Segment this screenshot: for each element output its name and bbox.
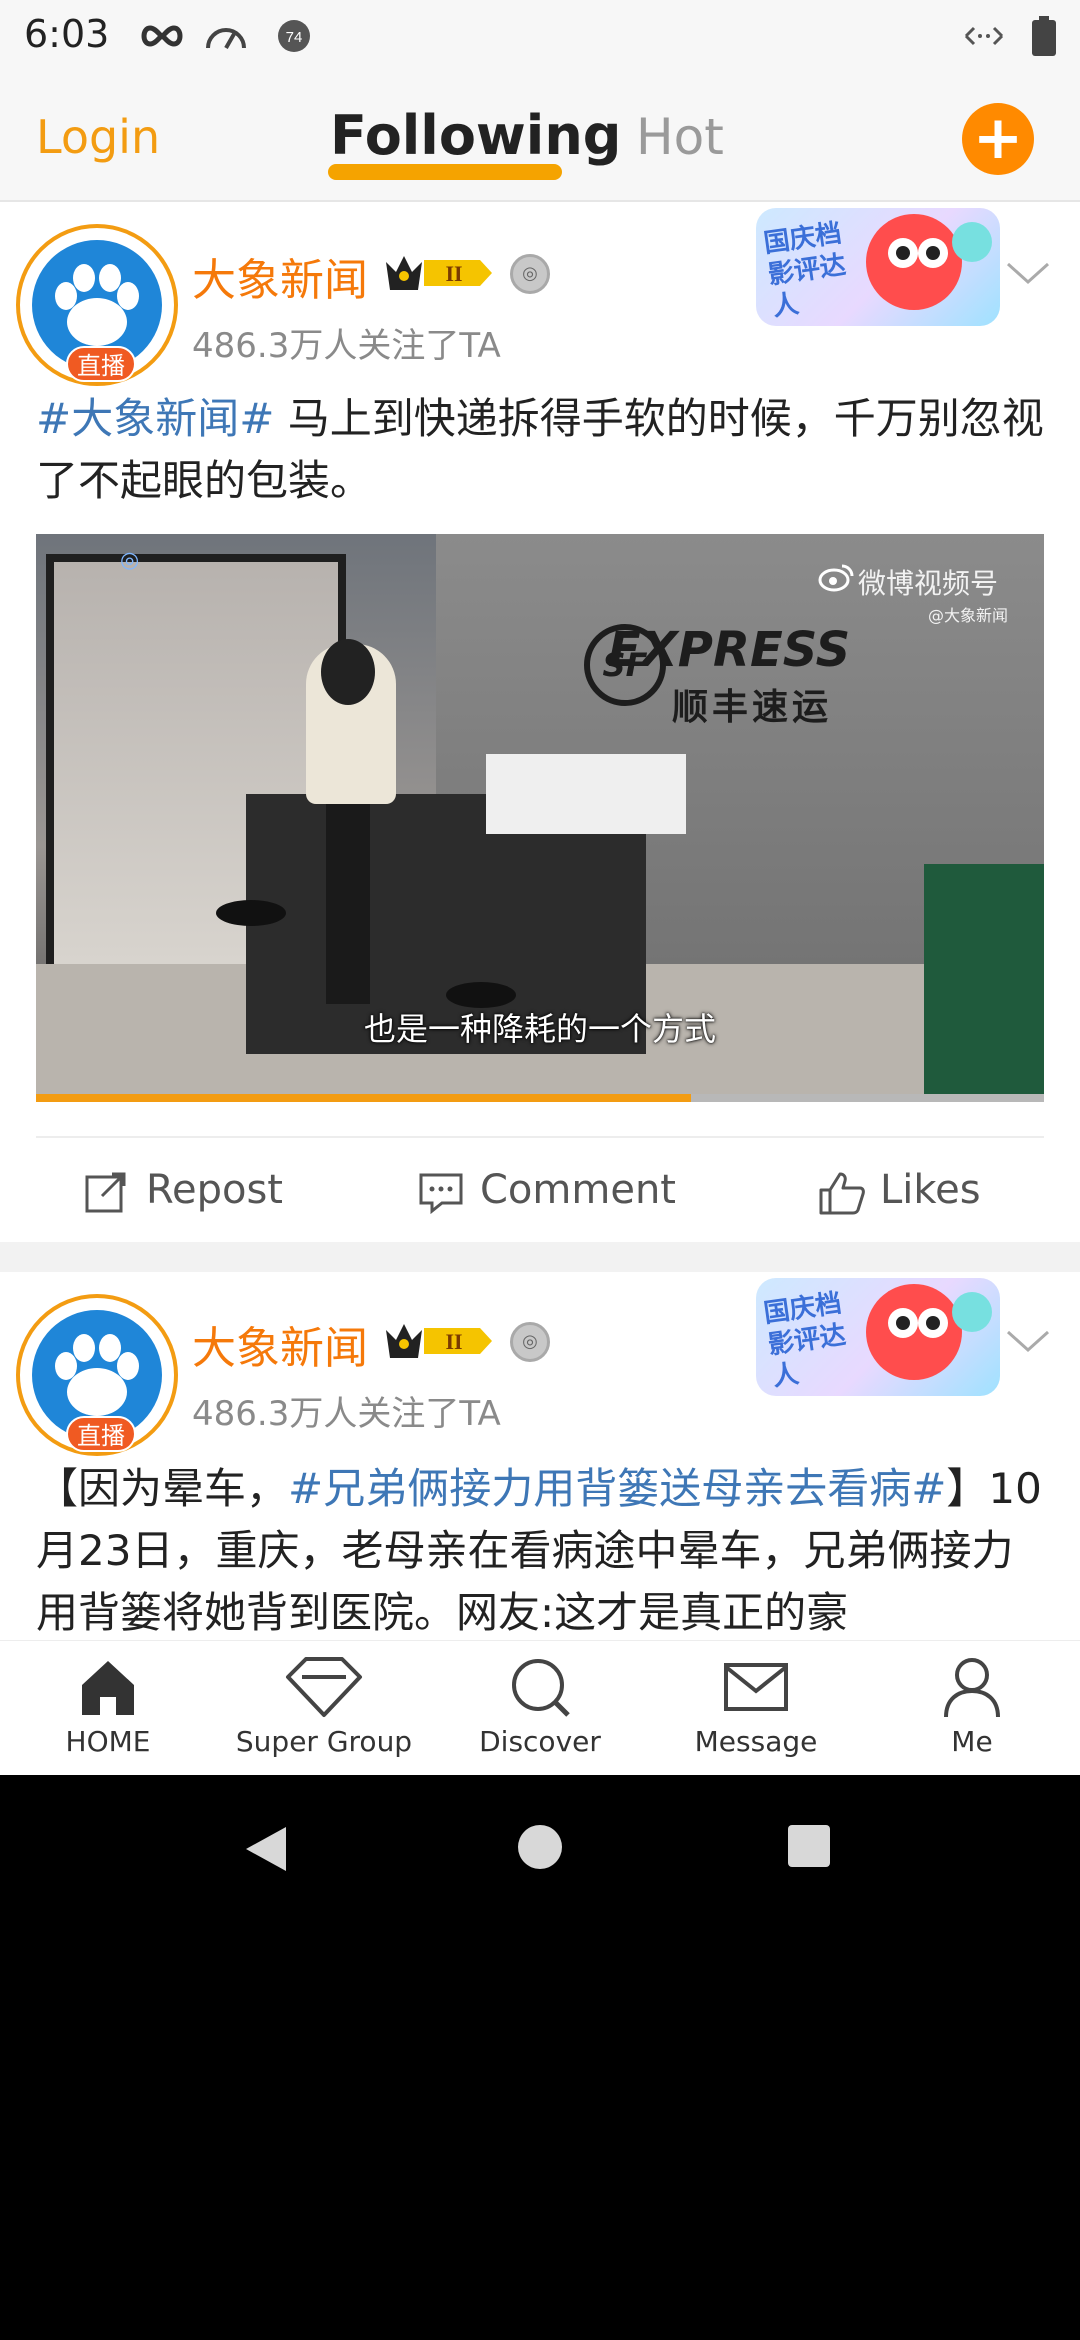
video-brand-cn: 顺丰速运 (672, 687, 833, 728)
sticker-text: 国庆档影评达人 (761, 1288, 848, 1393)
badge-number: 74 (286, 29, 303, 46)
mascot-icon (866, 1284, 962, 1380)
video-brand: EXPRESS (608, 622, 851, 678)
status-time: 6:03 (24, 12, 110, 56)
divider (36, 1136, 1044, 1138)
crown-level-icon: II (386, 1324, 492, 1358)
tab-following[interactable]: Following (330, 104, 621, 167)
bottom-tabbar: HOME Super Group Discover Message Me (0, 1640, 1080, 1775)
tab-me[interactable]: Me (872, 1655, 1072, 1775)
post-body-prefix: 【因为晕车， (36, 1464, 289, 1513)
tab-me-label: Me (951, 1725, 993, 1758)
home-circle-icon[interactable] (516, 1823, 564, 1871)
tab-home[interactable]: HOME (8, 1655, 208, 1775)
diamond-icon (286, 1657, 362, 1717)
recycle-bin (924, 864, 1044, 1102)
avatar[interactable]: 直播 (16, 224, 178, 386)
likes-label: Likes (880, 1167, 981, 1213)
sticker-text: 国庆档影评达人 (761, 218, 848, 323)
data-arrows-icon (962, 20, 1006, 52)
live-badge: 直播 (66, 346, 136, 382)
post-card: 直播 大象新闻 II ◎ 486.3万人关注了TA 国庆档影评达人 【因为晕车，… (0, 1272, 1080, 1640)
search-icon (512, 1659, 570, 1717)
chevron-down-icon[interactable] (1004, 260, 1052, 288)
mascot-icon (866, 214, 962, 310)
person-icon (944, 1658, 1000, 1718)
live-badge: 直播 (66, 1416, 136, 1452)
medal-icon: ◎ (510, 1322, 550, 1362)
tab-discover-label: Discover (479, 1725, 601, 1758)
event-sticker[interactable]: 国庆档影评达人 (756, 1278, 1000, 1396)
recents-square-icon[interactable] (786, 1823, 832, 1869)
chevron-down-icon[interactable] (1004, 1328, 1052, 1356)
top-nav: Login Following Hot + (0, 72, 1080, 202)
video-progress-fill (36, 1094, 692, 1102)
post-text: 【因为晕车，#兄弟俩接力用背篓送母亲去看病#】10月23日，重庆，老母亲在看病途… (36, 1458, 1046, 1644)
status-bar: 6:03 74 (0, 0, 1080, 72)
tab-discover[interactable]: Discover (440, 1655, 640, 1775)
ball-icon (952, 222, 992, 262)
event-sticker[interactable]: 国庆档影评达人 (756, 208, 1000, 326)
thumbs-up-icon (819, 1172, 865, 1215)
feed-separator (0, 1242, 1080, 1272)
video-progress-bar[interactable] (36, 1094, 1044, 1102)
post-card: 直播 大象新闻 II ◎ 486.3万人关注了TA 国庆档影评达人 #大象新闻#… (0, 202, 1080, 1242)
tab-super-group-label: Super Group (235, 1725, 413, 1758)
follower-count: 486.3万人关注了TA (192, 326, 501, 366)
home-icon (82, 1661, 134, 1715)
weibo-logo-icon (818, 564, 854, 592)
username[interactable]: 大象新闻 (192, 244, 368, 308)
video-player[interactable]: ◎ SF EXPRESS 顺丰速运 微博视频号 @大象新闻 也是一种降耗的一个方… (36, 534, 1044, 1102)
tab-message[interactable]: Message (656, 1655, 856, 1775)
android-nav-bar (0, 1775, 1080, 1920)
video-caption: 也是一种降耗的一个方式 (363, 1010, 716, 1048)
comment-label: Comment (480, 1167, 676, 1213)
login-link[interactable]: Login (36, 110, 160, 164)
tab-home-label: HOME (65, 1725, 151, 1758)
notification-badge-icon: 74 (276, 20, 312, 52)
crown-level-icon: II (386, 256, 492, 290)
avatar[interactable]: 直播 (16, 1294, 178, 1456)
video-watermark: 微博视频号 (858, 567, 999, 600)
repost-label: Repost (146, 1167, 283, 1213)
level-badge-text: II (445, 1329, 462, 1354)
username[interactable]: 大象新闻 (192, 1312, 368, 1376)
speedometer-icon (204, 20, 248, 52)
medal-icon: ◎ (510, 254, 550, 294)
infinity-icon (140, 20, 184, 52)
repost-icon (85, 1172, 126, 1213)
hashtag-link[interactable]: #兄弟俩接力用背篓送母亲去看病# (288, 1464, 946, 1513)
post-text: #大象新闻# 马上到快递拆得手软的时候，千万别忽视了不起眼的包装。 (36, 388, 1046, 512)
station-logo-icon: ◎ (120, 548, 140, 573)
tab-super-group[interactable]: Super Group (224, 1655, 424, 1775)
back-icon[interactable] (240, 1823, 290, 1875)
ball-icon (952, 1292, 992, 1332)
hashtag-link[interactable]: #大象新闻# (36, 394, 274, 443)
tab-message-label: Message (694, 1725, 818, 1758)
video-watermark-sub: @大象新闻 (928, 606, 1009, 625)
tab-hot[interactable]: Hot (636, 108, 724, 166)
follower-count: 486.3万人关注了TA (192, 1394, 501, 1434)
envelope-icon (724, 1663, 788, 1711)
level-badge-text: II (445, 261, 462, 286)
compose-button[interactable]: + (962, 103, 1034, 175)
battery-icon (1030, 16, 1058, 56)
tab-following-label: Following (330, 104, 622, 167)
comment-icon (419, 1173, 463, 1214)
weibo-app: 6:03 74 Login Following Hot + 直播 大象新闻 II… (0, 0, 1080, 1775)
